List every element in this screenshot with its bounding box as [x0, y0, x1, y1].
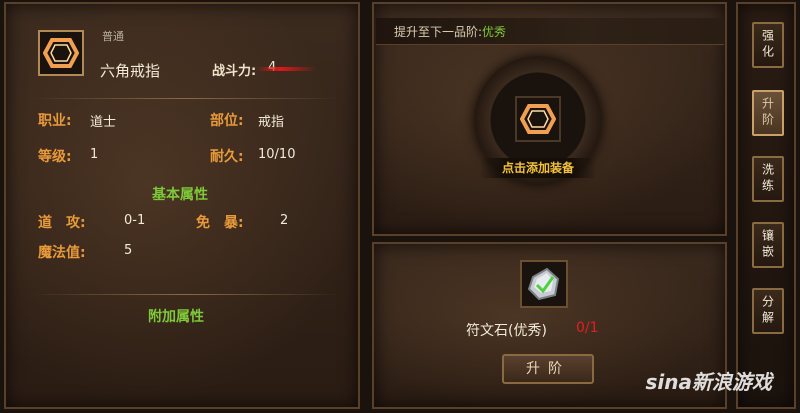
- rune-stone-icon: [527, 267, 560, 301]
- upgrade-button[interactable]: 升阶: [502, 354, 594, 384]
- level-label: 等级:: [38, 149, 72, 165]
- mana-value: 5: [124, 243, 133, 258]
- rune-stone-slot[interactable]: [520, 260, 568, 308]
- add-equipment-label[interactable]: 点击添加装备: [480, 158, 596, 178]
- power-label: 战斗力:: [212, 64, 257, 79]
- divider: [30, 98, 340, 99]
- slot-value: 戒指: [258, 115, 285, 130]
- side-tab-bar: 强化 升阶 洗练 镶嵌 分解: [736, 2, 796, 409]
- profession-value: 道士: [90, 115, 117, 130]
- tab-inlay[interactable]: 镶嵌: [752, 222, 784, 268]
- rune-stone-name: 符文石(优秀): [466, 323, 547, 339]
- tab-decompose[interactable]: 分解: [752, 288, 784, 334]
- hint-quality: 优秀: [482, 25, 507, 39]
- slot-label: 部位:: [210, 113, 244, 129]
- item-name: 六角戒指: [100, 62, 161, 80]
- rune-stone-count: 0/1: [576, 320, 599, 336]
- mana-label: 魔法值:: [38, 245, 86, 261]
- level-value: 1: [90, 147, 99, 162]
- tab-strengthen[interactable]: 强化: [752, 22, 784, 68]
- upgrade-hint-bar: 提升至下一品阶:优秀: [376, 18, 724, 45]
- durability-value: 10/10: [258, 147, 296, 162]
- power-bar: [256, 67, 316, 71]
- durability-label: 耐久:: [210, 149, 244, 165]
- hint-prefix: 提升至下一品阶:: [394, 25, 483, 39]
- divider: [30, 294, 340, 295]
- extra-attributes-title: 附加属性: [148, 309, 204, 325]
- hexagon-ring-icon: [43, 38, 79, 68]
- tab-refine[interactable]: 洗练: [752, 156, 784, 202]
- upgrade-target-panel: 提升至下一品阶:优秀 点击添加装备: [372, 2, 727, 236]
- crit-immune-value: 2: [280, 213, 289, 228]
- basic-attributes-title: 基本属性: [152, 187, 208, 203]
- item-info-panel: 普通 六角戒指 战斗力: 4 职业: 道士 部位: 戒指 等级: 1 耐久: 1…: [4, 2, 360, 409]
- tao-attack-label: 道 攻:: [38, 215, 86, 231]
- sina-games-watermark: sina新浪游戏: [645, 370, 773, 394]
- hexagon-ring-icon: [520, 104, 556, 134]
- tab-upgrade[interactable]: 升阶: [752, 90, 784, 136]
- tao-attack-value: 0-1: [124, 213, 146, 228]
- crit-immune-label: 免 暴:: [196, 215, 244, 231]
- upgrade-hint: 提升至下一品阶:优秀: [394, 23, 506, 40]
- equipment-slot[interactable]: [515, 96, 561, 142]
- profession-label: 职业:: [38, 113, 72, 129]
- item-icon-slot[interactable]: [38, 30, 84, 76]
- item-quality: 普通: [102, 30, 124, 43]
